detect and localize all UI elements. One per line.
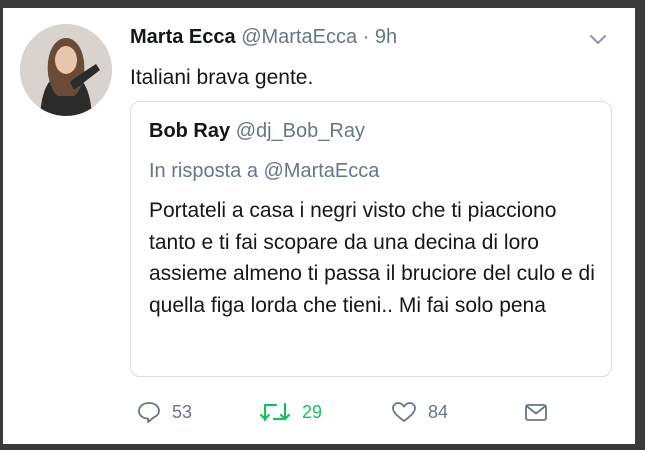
like-button[interactable]: 84 [390,400,448,424]
reply-button[interactable]: 53 [136,400,192,424]
mail-icon [523,400,549,424]
reply-count: 53 [172,401,193,422]
quoted-tweet[interactable]: Bob Ray @dj_Bob_Ray In risposta a @Marta… [130,101,612,377]
author-name[interactable]: Marta Ecca [130,26,236,48]
tweet-text: Italiani brava gente. [130,66,314,89]
quoted-author-handle: @dj_Bob_Ray [235,120,365,142]
separator-dot: · [362,26,370,48]
reply-icon [136,400,162,424]
chevron-down-icon[interactable] [588,33,608,47]
direct-message-button[interactable] [523,400,549,424]
like-count: 84 [428,401,449,422]
action-bar: 53 29 84 [128,400,578,430]
avatar[interactable] [20,24,112,116]
reply-context: In risposta a @MartaEcca [149,160,380,182]
retweet-button[interactable]: 29 [258,400,322,424]
quoted-author-name: Bob Ray [149,120,231,142]
timestamp[interactable]: 9h [375,26,397,48]
heart-icon [390,400,418,424]
retweet-icon [258,400,292,424]
quoted-tweet-text: Portateli a casa i negri visto che ti pi… [149,199,595,317]
author-handle[interactable]: @MartaEcca [241,26,357,48]
tweet-card[interactable]: Marta Ecca @MartaEcca · 9h Italiani brav… [3,8,635,444]
retweet-count: 29 [302,401,323,422]
tweet-header: Marta Ecca @MartaEcca · 9h [130,26,397,49]
quoted-tweet-header: Bob Ray @dj_Bob_Ray [149,120,365,143]
